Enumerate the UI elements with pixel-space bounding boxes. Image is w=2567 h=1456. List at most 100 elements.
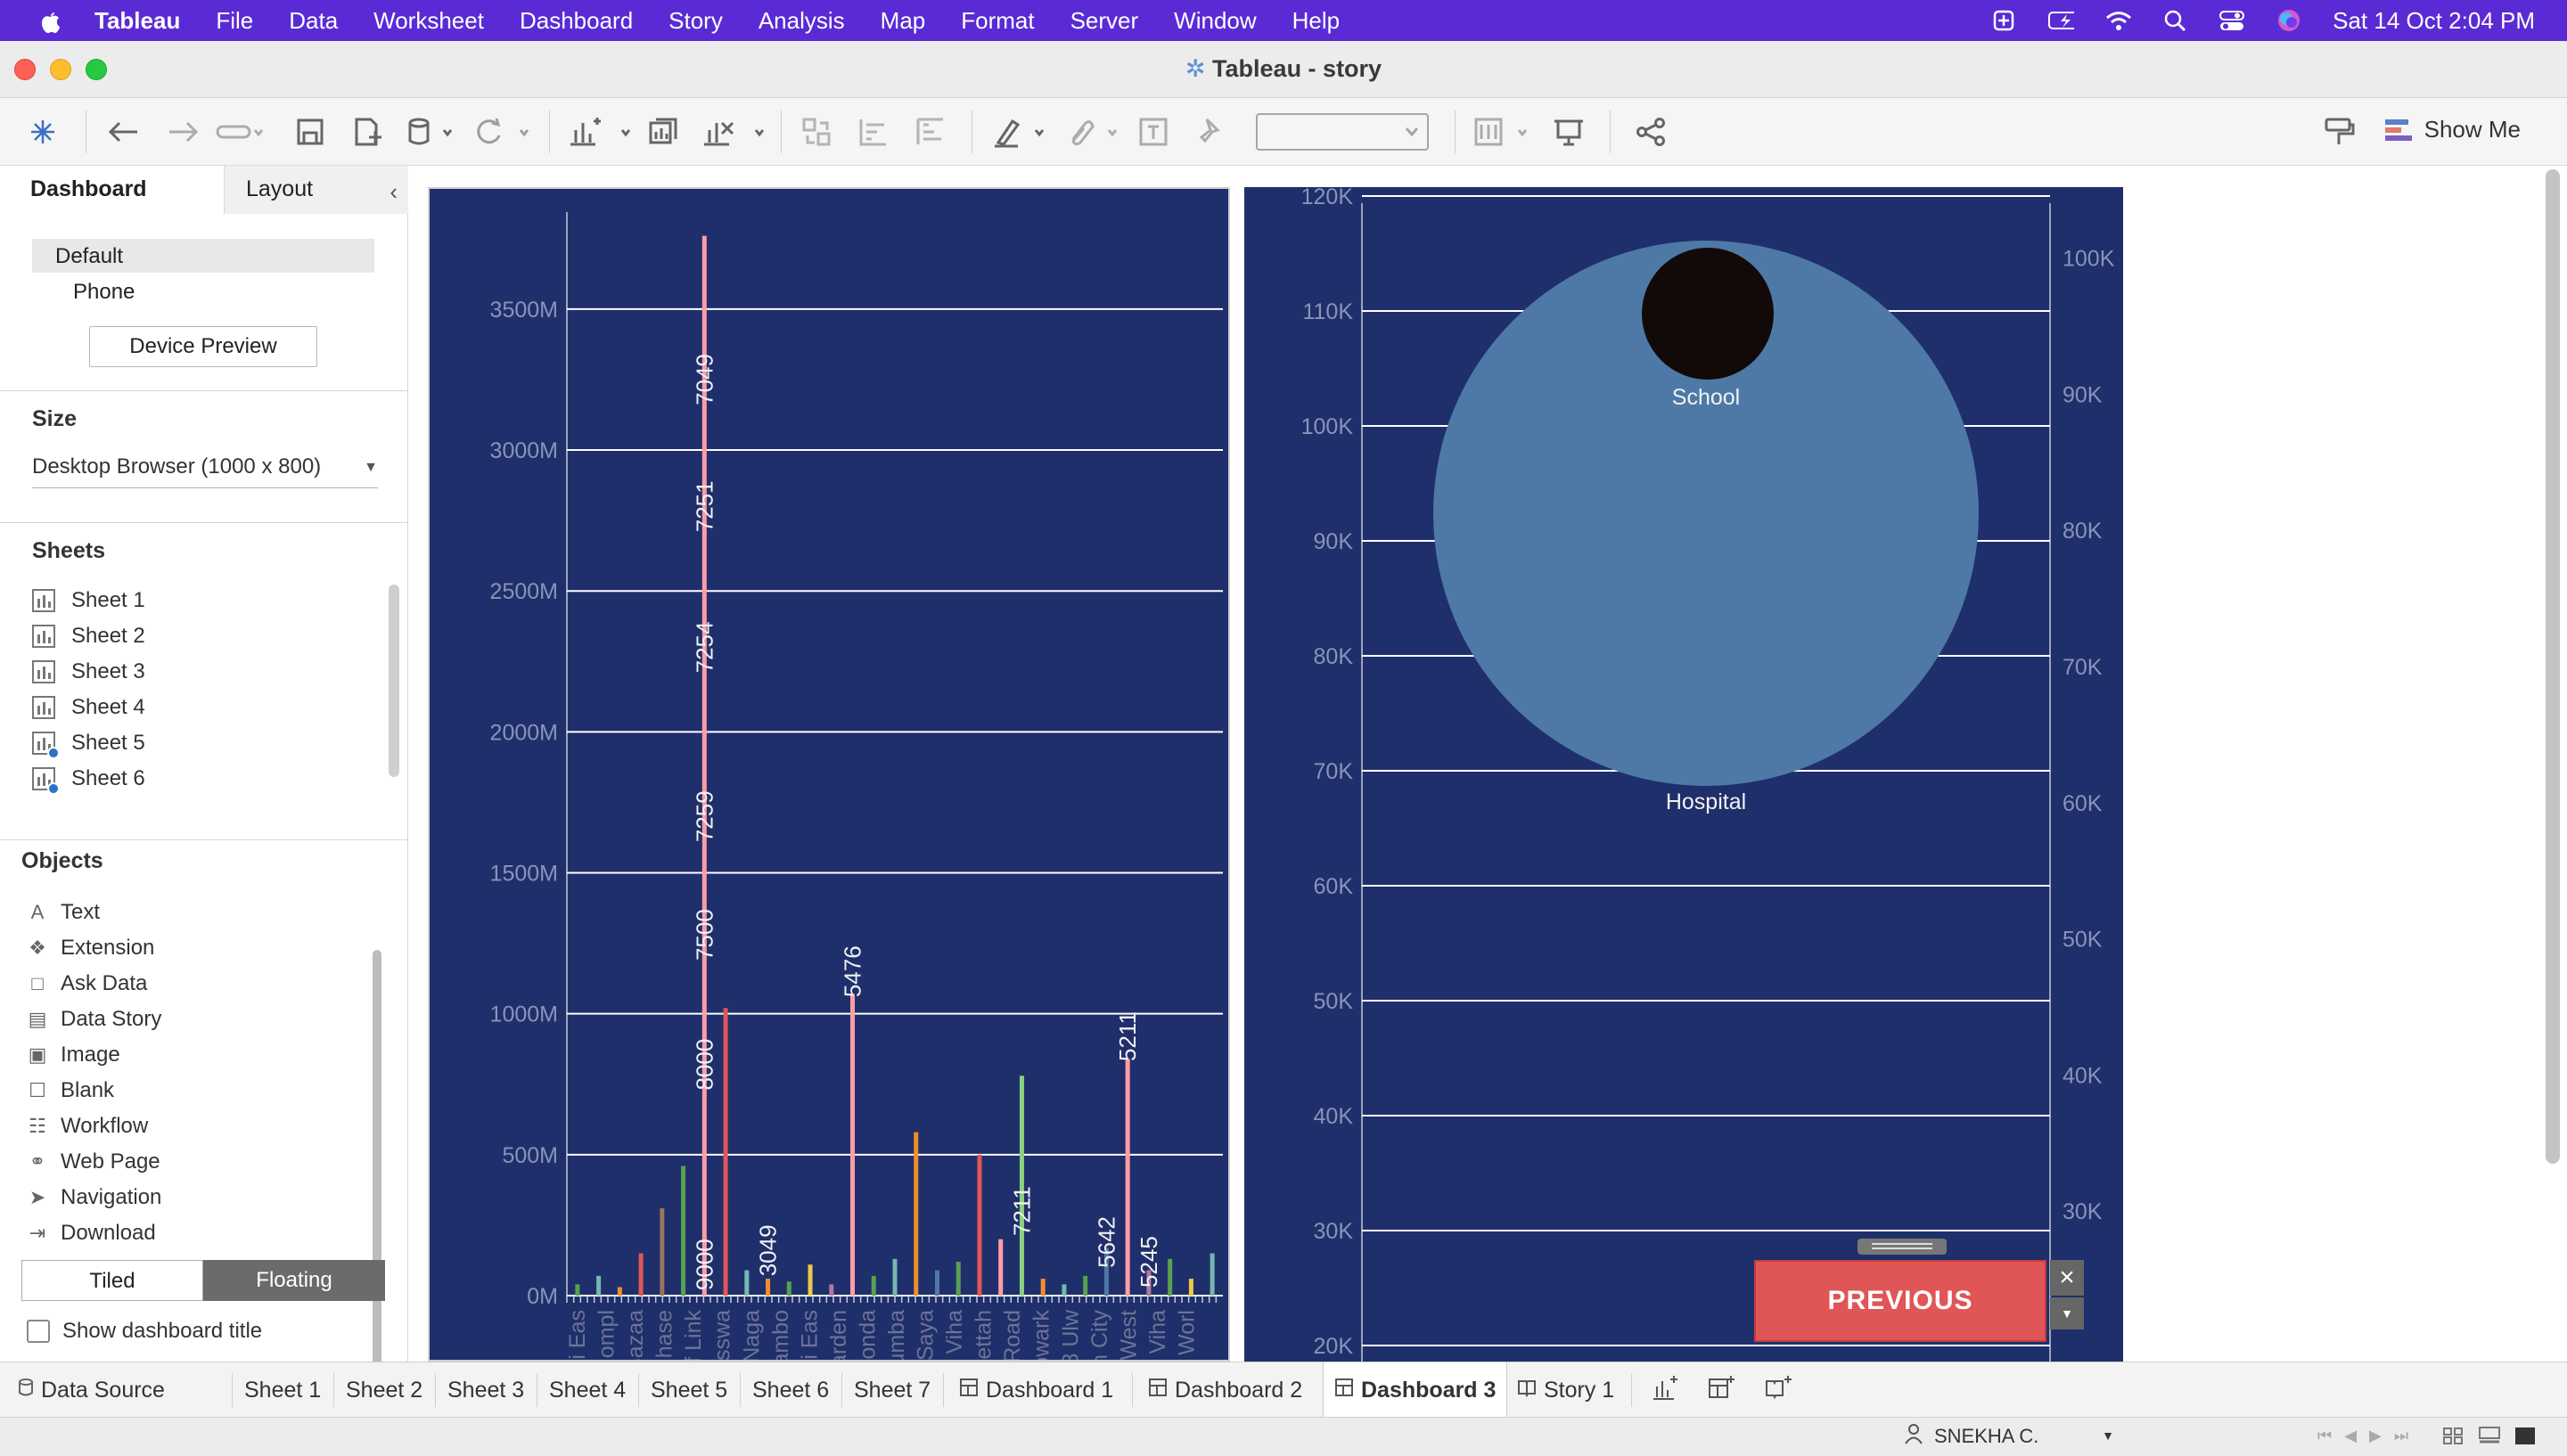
tab-sheet-3[interactable]: Sheet 3 [437, 1362, 535, 1418]
size-dropdown[interactable]: Desktop Browser (1000 x 800) ▼ [32, 447, 378, 488]
replay-animation-icon[interactable] [214, 112, 267, 151]
tab-sheet-5[interactable]: Sheet 5 [640, 1362, 738, 1418]
menu-app-name[interactable]: Tableau [94, 7, 180, 35]
menu-story[interactable]: Story [668, 7, 723, 35]
sheet-list-item[interactable]: Sheet 6 [32, 761, 371, 797]
menu-analysis[interactable]: Analysis [759, 7, 845, 35]
previous-button[interactable]: PREVIOUS [1754, 1260, 2046, 1342]
close-icon[interactable]: × [2050, 1260, 2084, 1296]
floating-object-grip[interactable] [1858, 1239, 1947, 1255]
show-dashboard-title-checkbox[interactable]: Show dashboard title [27, 1319, 262, 1344]
tab-layout[interactable]: Layout ‹ [225, 166, 408, 214]
tab-dashboard-3[interactable]: Dashboard 3 [1323, 1362, 1508, 1418]
sheet-list-item[interactable]: Sheet 2 [32, 618, 371, 654]
sheet-list-item[interactable]: Sheet 3 [32, 654, 371, 690]
menu-data[interactable]: Data [289, 7, 338, 35]
menu-help[interactable]: Help [1292, 7, 1340, 35]
last-sheet-icon[interactable]: ⏭ [2394, 1427, 2408, 1445]
tabs-view-icon[interactable] [2514, 1425, 2537, 1451]
show-cards-icon[interactable] [1471, 112, 1538, 151]
sheets-scrollbar[interactable] [389, 585, 399, 777]
bubble-chart-panel[interactable]: 20K 30K 40K 50K 60K 70K 80K 90K 100K 110K 120K 30K 4… [1244, 184, 2123, 1362]
show-labels-icon[interactable] [1134, 112, 1173, 151]
sheet-sorter-icon[interactable] [2442, 1425, 2465, 1451]
pause-auto-updates-icon[interactable] [403, 112, 456, 151]
show-me-button[interactable]: Show Me [2383, 116, 2521, 143]
menu-server[interactable]: Server [1070, 7, 1139, 35]
share-icon[interactable] [1631, 112, 1670, 151]
tab-dashboard-1[interactable]: Dashboard 1 [948, 1362, 1124, 1418]
object-ask-data[interactable]: □ Ask Data [27, 966, 365, 1002]
chevron-down-icon[interactable]: ▼ [2050, 1297, 2084, 1329]
menu-clock[interactable]: Sat 14 Oct 2:04 PM [2333, 7, 2535, 35]
object-download[interactable]: ⇥ Download [27, 1215, 365, 1251]
menu-dashboard[interactable]: Dashboard [520, 7, 633, 35]
canvas-vertical-scrollbar[interactable] [2546, 169, 2560, 1164]
presentation-mode-icon[interactable] [1549, 112, 1588, 151]
tab-story-1[interactable]: Story 1 [1506, 1362, 1625, 1418]
group-members-icon[interactable] [1062, 112, 1125, 151]
save-icon[interactable] [291, 112, 330, 151]
menu-format[interactable]: Format [961, 7, 1034, 35]
object-text[interactable]: A Text [27, 895, 365, 930]
tab-data-source[interactable]: Data Source [7, 1362, 176, 1418]
duplicate-sheet-icon[interactable] [644, 112, 683, 151]
fit-dropdown[interactable] [1255, 112, 1430, 151]
bar-chart-panel[interactable]: 0M 500M 1000M 1500M 2000M 2500M 3000M 3500M ri E… [428, 187, 1230, 1382]
object-data-story[interactable]: ▤ Data Story [27, 1002, 365, 1037]
siri-icon[interactable] [2276, 9, 2302, 32]
undo-icon[interactable] [103, 112, 143, 151]
device-phone[interactable]: Phone [32, 273, 374, 307]
sheet-list-item[interactable]: Sheet 1 [32, 583, 371, 618]
device-preview-button[interactable]: Device Preview [89, 326, 317, 367]
tab-sheet-7[interactable]: Sheet 7 [843, 1362, 941, 1418]
tab-dashboard[interactable]: Dashboard [0, 166, 225, 214]
wifi-icon[interactable] [2104, 9, 2132, 32]
tab-sheet-2[interactable]: Sheet 2 [335, 1362, 433, 1418]
clear-sheet-icon[interactable] [699, 112, 770, 151]
new-data-source-icon[interactable] [348, 112, 387, 151]
floating-button[interactable]: Floating [203, 1260, 385, 1301]
sheet-list-item[interactable]: Sheet 4 [32, 690, 371, 725]
menu-worksheet[interactable]: Worksheet [373, 7, 484, 35]
refresh-icon[interactable] [471, 112, 533, 151]
new-worksheet-tab-button[interactable] [1640, 1362, 1690, 1418]
control-center-icon[interactable] [2218, 9, 2245, 32]
menu-window[interactable]: Window [1174, 7, 1256, 35]
sort-descending-icon[interactable] [911, 112, 950, 151]
tableau-logo-icon[interactable] [23, 112, 62, 151]
new-worksheet-icon[interactable] [565, 112, 636, 151]
collapse-pane-icon[interactable]: ‹ [390, 178, 398, 206]
sheet-list-item[interactable]: Sheet 5 [32, 725, 371, 761]
new-dashboard-tab-button[interactable] [1697, 1362, 1747, 1418]
tab-sheet-6[interactable]: Sheet 6 [742, 1362, 840, 1418]
format-painter-icon[interactable] [2319, 112, 2358, 151]
object-web-page[interactable]: ⚭ Web Page [27, 1144, 365, 1180]
menu-map[interactable]: Map [881, 7, 926, 35]
search-icon[interactable] [2161, 9, 2188, 32]
first-sheet-icon[interactable]: ⏮ [2317, 1427, 2332, 1445]
tableau-status-icon[interactable] [1990, 9, 2017, 32]
object-extension[interactable]: ❖ Extension [27, 930, 365, 966]
next-sheet-icon[interactable]: ▶ [2369, 1427, 2382, 1445]
user-menu[interactable]: SNEKHA C. ▼ [1904, 1423, 2114, 1450]
object-navigation[interactable]: ➤ Navigation [27, 1180, 365, 1215]
objects-scrollbar[interactable] [373, 950, 381, 1413]
tab-sheet-4[interactable]: Sheet 4 [538, 1362, 636, 1418]
tiled-button[interactable]: Tiled [21, 1260, 203, 1301]
prev-sheet-icon[interactable]: ◀ [2344, 1427, 2357, 1445]
fix-axes-icon[interactable] [1191, 112, 1230, 151]
highlight-icon[interactable] [989, 112, 1052, 151]
swap-rows-columns-icon[interactable] [797, 112, 836, 151]
device-default[interactable]: Default [32, 239, 374, 273]
apple-icon[interactable] [36, 6, 64, 35]
redo-icon[interactable] [164, 112, 203, 151]
object-blank[interactable]: ☐ Blank [27, 1073, 365, 1108]
filmstrip-icon[interactable] [2478, 1425, 2501, 1451]
object-image[interactable]: ▣ Image [27, 1037, 365, 1073]
tab-dashboard-2[interactable]: Dashboard 2 [1137, 1362, 1313, 1418]
menu-file[interactable]: File [216, 7, 253, 35]
tab-sheet-1[interactable]: Sheet 1 [234, 1362, 332, 1418]
object-workflow[interactable]: ☷ Workflow [27, 1108, 365, 1144]
new-story-tab-button[interactable] [1754, 1362, 1804, 1418]
